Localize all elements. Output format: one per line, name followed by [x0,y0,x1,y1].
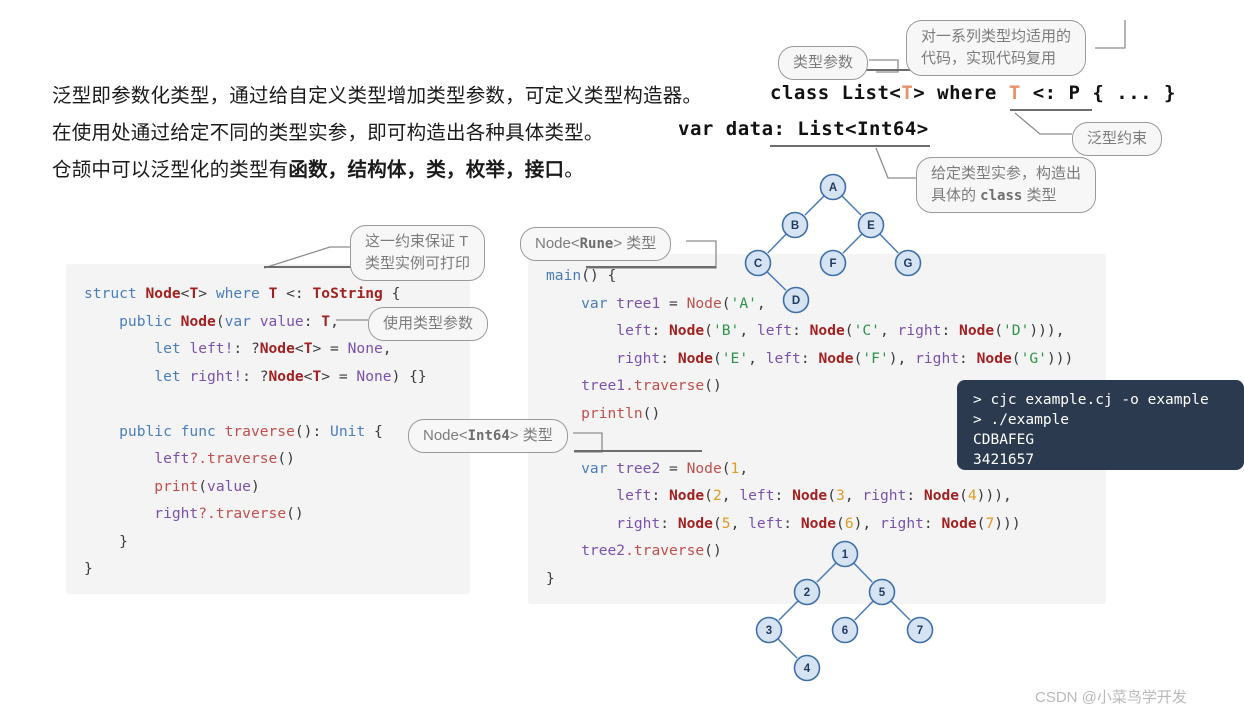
leader-type-param [869,59,899,73]
leader-concrete [875,147,916,179]
svg-text:3: 3 [766,625,772,637]
callout-use-type-parameter: 使用类型参数 [368,307,489,341]
leader-generic-constraint [1014,112,1072,135]
letter-tree-edge [804,195,825,216]
terminal-output: > cjc example.cj -o example > ./example … [957,380,1244,470]
number-tree-edge [777,638,798,659]
callout-code-reuse: 对一系列类型均适用的 代码，实现代码复用 [906,20,1087,76]
letter-tree-edge [841,195,862,216]
callout-node-rune-type: Node<Rune> 类型 [520,227,672,261]
callout-printable-constraint: 这一约束保证 T 类型实例可打印 [350,225,486,281]
letter-tree-edge [879,233,899,254]
type-parameter-T-1: T [901,82,914,104]
svg-text:6: 6 [842,625,848,637]
terminal-line-2: > ./example [973,412,1070,428]
intro-line-3: 仓颉中可以泛型化的类型有函数，结构体，类，枚举，接口。 [52,159,584,181]
letter-tree-edge [842,233,863,254]
terminal-line-4: 3421657 [973,452,1035,468]
svg-text:4: 4 [804,663,811,675]
callout-node-int64-type: Node<Int64> 类型 [408,419,568,453]
class-declaration-code: class List<T> where T <: P { ... } [770,82,1176,104]
letter-tree-edge [767,233,787,254]
generic-kinds-bold: 函数，结构体，类，枚举，接口 [288,159,565,181]
terminal-line-3: CDBAFEG [973,432,1035,448]
intro-line-1: 泛型即参数化类型，通过给自定义类型增加类型参数，可定义类型构造器。 [52,85,703,107]
svg-text:7: 7 [917,625,923,637]
number-tree-node-6: 6 [831,616,859,644]
number-tree-node-7: 7 [906,616,934,644]
number-tree-node-3: 3 [755,616,783,644]
var-data-declaration-code: var data: List<Int64> [678,118,929,140]
callout-concrete-class: 给定类型实参，构造出 具体的 class 类型 [916,157,1097,213]
letter-tree-node-B: B [781,211,809,239]
terminal-line-1: > cjc example.cj -o example [973,392,1209,408]
letter-tree-node-A: A [819,173,847,201]
leader-reuse [1095,20,1126,49]
svg-text:A: A [829,182,837,194]
letter-tree-node-E: E [857,211,885,239]
callout-type-parameter: 类型参数 [778,46,869,80]
callout-generic-constraint: 泛型约束 [1072,122,1163,156]
svg-text:B: B [791,220,799,232]
type-parameter-T-2: T [1008,82,1021,104]
number-tree-node-4: 4 [793,654,821,682]
watermark: CSDN @小菜鸟学开发 [1035,689,1187,706]
svg-text:E: E [867,220,875,232]
intro-paragraph: 泛型即参数化类型，通过给自定义类型增加类型参数，可定义类型构造器。 在使用处通过… [52,78,752,189]
intro-line-2: 在使用处通过给定不同的类型实参，即可构造出各种具体类型。 [52,122,604,144]
